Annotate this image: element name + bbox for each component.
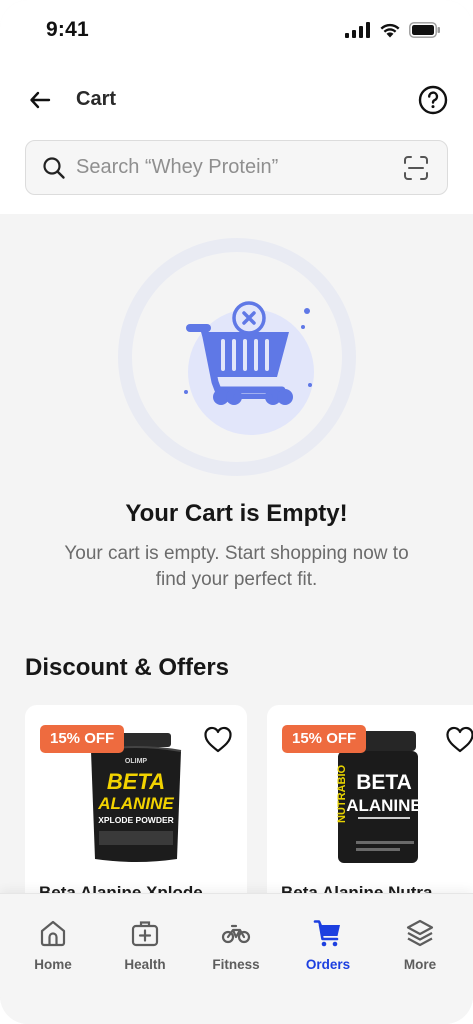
- empty-cart-description: Your cart is empty. Start shopping now t…: [64, 543, 409, 590]
- status-icons: [345, 22, 441, 38]
- help-button[interactable]: [417, 84, 449, 116]
- product-label-line: ALANINE: [346, 796, 422, 815]
- empty-cart-icon: [184, 301, 312, 405]
- offer-card[interactable]: OLIMP BETA ALANINE XPLODE POWDER 15% OFF…: [25, 705, 247, 895]
- nav-label: Orders: [305, 957, 351, 972]
- status-time: 9:41: [46, 18, 89, 41]
- empty-cart-illustration: [118, 238, 356, 476]
- heart-icon[interactable]: [445, 725, 473, 755]
- heart-icon[interactable]: [203, 725, 233, 755]
- scan-icon[interactable]: [403, 155, 429, 181]
- empty-cart-title: Your Cart is Empty!: [125, 500, 348, 527]
- product-label-line: BETA: [356, 771, 412, 794]
- nav-item-orders[interactable]: Orders: [288, 918, 368, 978]
- product-label-line: BETA: [107, 769, 165, 794]
- page-title: Cart: [76, 88, 117, 110]
- home-icon: [40, 920, 66, 947]
- product-label-line: ALANINE: [97, 794, 174, 813]
- discount-badge: 15% OFF: [282, 725, 367, 753]
- bicycle-icon: [221, 924, 251, 944]
- search-input[interactable]: [76, 141, 396, 194]
- offer-card[interactable]: NUTRABIO BETA ALANINE 15% OFF Beta Alani…: [267, 705, 473, 895]
- health-kit-icon: [131, 921, 159, 947]
- back-button[interactable]: [24, 84, 56, 116]
- nav-item-home[interactable]: Home: [13, 918, 93, 978]
- offers-section-title: Discount & Offers: [25, 654, 230, 681]
- header: Cart: [0, 78, 473, 122]
- offers-carousel[interactable]: OLIMP BETA ALANINE XPLODE POWDER 15% OFF…: [25, 705, 473, 895]
- battery-icon: [409, 22, 440, 38]
- cart-icon: [313, 920, 340, 947]
- nav-item-health[interactable]: Health: [105, 918, 185, 978]
- arrow-left-icon: [30, 91, 51, 109]
- cart-screen: 9:41 Cart Search “Whey Protein” Your Car…: [0, 0, 473, 1024]
- product-brand-label: OLIMP: [125, 758, 147, 765]
- nav-item-fitness[interactable]: Fitness: [196, 918, 276, 978]
- help-icon: [418, 85, 448, 115]
- nav-label: More: [403, 957, 437, 972]
- search-bar: [25, 140, 448, 195]
- search-icon: [43, 157, 65, 179]
- discount-badge: 15% OFF: [40, 725, 125, 753]
- signal-icon: [345, 22, 370, 38]
- nav-label: Home: [34, 957, 72, 972]
- bottom-navigation: Home Health Fitness Orders More: [0, 893, 473, 1024]
- product-label-line: XPLODE POWDER: [98, 815, 174, 825]
- status-bar: 9:41: [0, 0, 473, 60]
- nav-item-more[interactable]: More: [380, 918, 460, 978]
- layers-icon: [406, 919, 434, 947]
- nav-label: Fitness: [212, 957, 260, 972]
- nav-label: Health: [124, 957, 166, 972]
- wifi-icon: [380, 23, 400, 38]
